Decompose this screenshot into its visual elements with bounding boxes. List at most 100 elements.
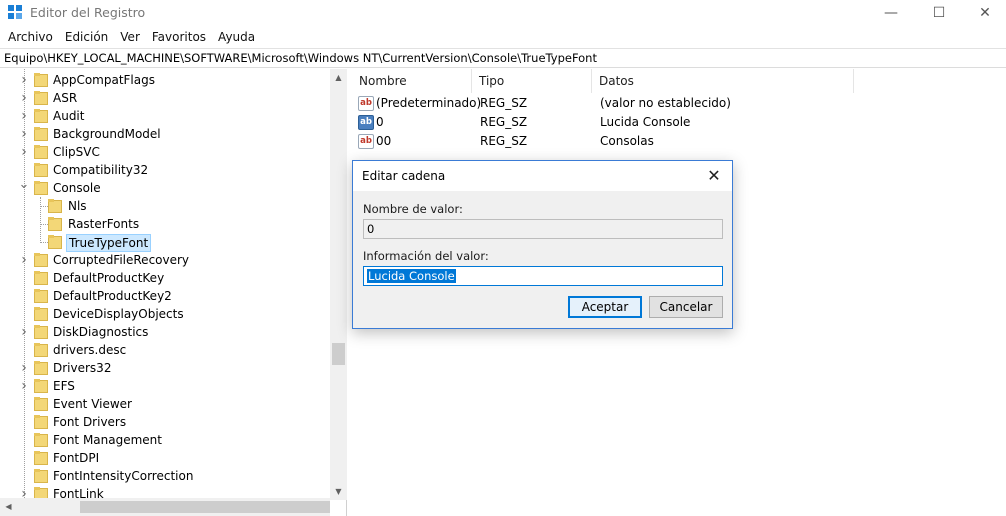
minimize-button[interactable]: — [868,0,914,26]
tree-item-label: Font Management [53,433,162,447]
value-type: REG_SZ [480,134,528,148]
scroll-left-arrow-icon[interactable]: ◀ [0,498,17,516]
tree-item-label: TrueTypeFont [66,234,152,252]
tree-item[interactable]: FontDPI [0,449,330,467]
tree-item-label: FontDPI [53,451,100,465]
selected-text: Lucida Console [367,269,456,283]
chevron-right-icon [18,289,30,303]
tree-item-label: Drivers32 [53,361,112,375]
tree-item[interactable]: › ClipSVC [0,143,330,161]
dialog-title: Editar cadena [362,169,446,183]
menu-ayuda[interactable]: Ayuda [212,27,261,47]
chevron-right-icon[interactable]: › [18,325,30,339]
folder-icon [34,325,48,339]
folder-icon [34,343,48,357]
tree-hscroll-thumb[interactable] [80,501,330,513]
value-data-label: Información del valor: [363,249,489,263]
folder-icon [34,109,48,123]
string-value-icon: ab [358,134,374,149]
tree-item[interactable]: › EFS [0,377,330,395]
tree-item[interactable]: TrueTypeFont [0,233,330,252]
tree-item[interactable]: › ASR [0,89,330,107]
tree-item[interactable]: › Audit [0,107,330,125]
value-data-field[interactable]: Lucida Console [363,266,723,286]
column-header-tipo[interactable]: Tipo [472,69,592,93]
value-type: REG_SZ [480,96,528,110]
chevron-right-icon[interactable]: › [18,73,30,87]
tree-item-label: Audit [53,109,85,123]
value-data: Consolas [600,134,654,148]
address-bar[interactable]: Equipo\HKEY_LOCAL_MACHINE\SOFTWARE\Micro… [0,48,1006,68]
chevron-right-icon[interactable]: › [18,127,30,141]
folder-icon [34,415,48,429]
folder-icon [34,469,48,483]
string-value-icon: ab [358,96,374,111]
tree-item[interactable]: FontIntensityCorrection [0,467,330,485]
string-value-icon: ab [358,115,374,130]
tree-item[interactable]: › Drivers32 [0,359,330,377]
tree-item[interactable]: ⌄ Console [0,178,330,197]
tree-item[interactable]: Font Drivers [0,413,330,431]
folder-icon [34,307,48,321]
tree-item[interactable]: DeviceDisplayObjects [0,305,330,323]
folder-icon [34,91,48,105]
value-data: Lucida Console [600,115,691,129]
chevron-right-icon[interactable]: › [18,145,30,159]
scroll-down-arrow-icon[interactable]: ▼ [330,483,347,500]
tree-item-label: DefaultProductKey2 [53,289,172,303]
ok-button[interactable]: Aceptar [568,296,642,318]
column-header-nombre[interactable]: Nombre [352,69,472,93]
menu-archivo[interactable]: Archivo [2,27,59,47]
tree-item[interactable]: › CorruptedFileRecovery [0,251,330,269]
chevron-right-icon[interactable]: › [18,379,30,393]
tree-item-label: drivers.desc [53,343,127,357]
registry-editor-icon [8,5,24,21]
tree-item[interactable]: DefaultProductKey2 [0,287,330,305]
tree-item-label: FontIntensityCorrection [53,469,194,483]
tree-horizontal-scrollbar[interactable]: ◀ [0,498,330,516]
tree-item-label: CorruptedFileRecovery [53,253,190,267]
chevron-right-icon [18,163,30,177]
close-icon[interactable]: ✕ [704,166,724,186]
tree-item[interactable]: Event Viewer [0,395,330,413]
list-item[interactable]: ab (Predeterminado) REG_SZ (valor no est… [352,94,1006,113]
tree-scroll-thumb[interactable] [332,343,345,365]
tree-vertical-scrollbar[interactable]: ▲ ▼ [330,69,347,500]
chevron-right-icon [18,433,30,447]
list-item[interactable]: ab 00 REG_SZ Consolas [352,132,1006,151]
tree-item[interactable]: drivers.desc [0,341,330,359]
maximize-button[interactable]: ☐ [916,0,962,26]
tree-item[interactable]: › BackgroundModel [0,125,330,143]
tree-item-label: ASR [53,91,78,105]
tree-item[interactable]: › DiskDiagnostics [0,323,330,341]
menu-favoritos[interactable]: Favoritos [146,27,212,47]
chevron-right-icon[interactable]: › [18,361,30,375]
menu-edicion[interactable]: Edición [59,27,114,47]
chevron-right-icon[interactable]: › [18,253,30,267]
scroll-up-arrow-icon[interactable]: ▲ [330,69,347,86]
close-window-button[interactable]: ✕ [962,0,1006,26]
menu-ver[interactable]: Ver [114,27,146,47]
tree-item[interactable]: DefaultProductKey [0,269,330,287]
chevron-right-icon[interactable]: › [18,91,30,105]
tree-item[interactable]: RasterFonts [0,215,330,233]
list-item[interactable]: ab 0 REG_SZ Lucida Console [352,113,1006,132]
chevron-right-icon[interactable]: › [18,109,30,123]
tree-item-label: Font Drivers [53,415,127,429]
folder-icon [48,199,62,213]
value-name: (Predeterminado) [376,96,482,110]
key-tree: › AppCompatFlags › ASR › Audit › BackgroundMode… [0,69,347,516]
tree-item[interactable]: Font Management [0,431,330,449]
tree-item[interactable]: Compatibility32 [0,161,330,179]
value-name-field[interactable]: 0 [363,219,723,239]
chevron-right-icon [18,469,30,483]
column-header-datos[interactable]: Datos [592,69,854,93]
folder-icon [34,361,48,375]
tree-item[interactable]: Nls [0,197,330,215]
chevron-down-icon[interactable]: ⌄ [18,178,30,195]
tree-item-label: DeviceDisplayObjects [53,307,184,321]
tree-item[interactable]: › AppCompatFlags [0,71,330,89]
cancel-button[interactable]: Cancelar [649,296,723,318]
title-bar: Editor del Registro — ☐ ✕ [0,0,1006,26]
folder-icon [48,217,62,231]
